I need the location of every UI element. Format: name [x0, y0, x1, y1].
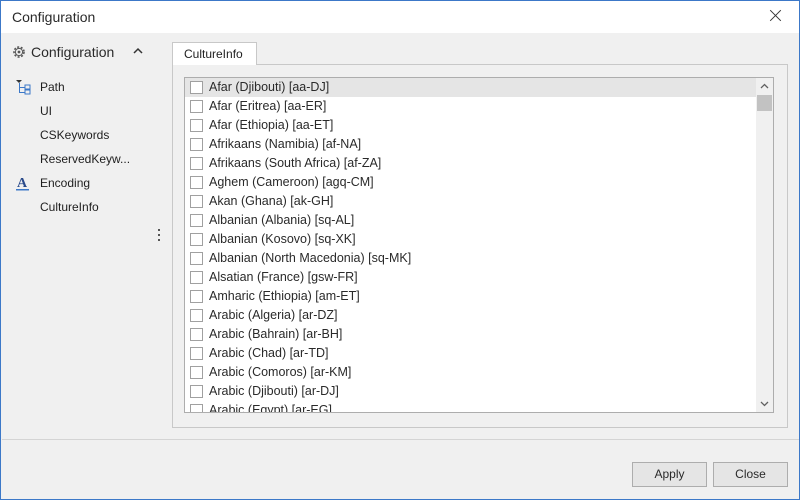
list-item-label: Albanian (Kosovo) [sq-XK]: [209, 232, 356, 246]
nav-group-label: Configuration: [31, 44, 115, 60]
checkbox[interactable]: [190, 195, 203, 208]
list-item[interactable]: Afar (Eritrea) [aa-ER]: [185, 97, 756, 116]
list-item[interactable]: Arabic (Bahrain) [ar-BH]: [185, 325, 756, 344]
checkbox[interactable]: [190, 119, 203, 132]
checkbox[interactable]: [190, 328, 203, 341]
svg-text:A: A: [17, 176, 28, 191]
list-item-label: Afrikaans (Namibia) [af-NA]: [209, 137, 362, 151]
checkbox[interactable]: [190, 271, 203, 284]
checkbox[interactable]: [190, 309, 203, 322]
navigation-pane: Configuration Path UI CSKeywords Reserve…: [1, 33, 167, 439]
close-icon[interactable]: [767, 7, 785, 25]
window-title: Configuration: [12, 9, 96, 25]
list-item-label: Arabic (Algeria) [ar-DZ]: [209, 308, 338, 322]
tree-icon: [16, 80, 31, 95]
nav-group-header[interactable]: Configuration: [10, 43, 160, 63]
nav-item-cskeywords[interactable]: CSKeywords: [1, 125, 161, 145]
nav-item-label: ReservedKeyw...: [40, 152, 131, 166]
list-item[interactable]: Arabic (Egypt) [ar-EG]: [185, 401, 756, 413]
checkbox[interactable]: [190, 100, 203, 113]
list-item-label: Afar (Djibouti) [aa-DJ]: [209, 80, 330, 94]
checkbox[interactable]: [190, 176, 203, 189]
list-item[interactable]: Amharic (Ethiopia) [am-ET]: [185, 287, 756, 306]
checkbox[interactable]: [190, 252, 203, 265]
list-item-label: Akan (Ghana) [ak-GH]: [209, 194, 334, 208]
list-item[interactable]: Afar (Ethiopia) [aa-ET]: [185, 116, 756, 135]
culture-checklist[interactable]: Afar (Djibouti) [aa-DJ] Afar (Eritrea) [a…: [184, 77, 774, 413]
checkbox[interactable]: [190, 214, 203, 227]
list-item[interactable]: Afrikaans (Namibia) [af-NA]: [185, 135, 756, 154]
configuration-window: Configuration Configuration Path UI CSKe…: [0, 0, 800, 500]
vertical-scrollbar[interactable]: [756, 78, 773, 412]
list-item[interactable]: Albanian (Kosovo) [sq-XK]: [185, 230, 756, 249]
scroll-up-icon[interactable]: [756, 78, 773, 95]
culture-rows: Afar (Djibouti) [aa-DJ] Afar (Eritrea) [a…: [185, 78, 756, 413]
list-item[interactable]: Akan (Ghana) [ak-GH]: [185, 192, 756, 211]
gear-icon: [13, 46, 25, 58]
scroll-down-icon[interactable]: [756, 395, 773, 412]
nav-item-cultureinfo[interactable]: CultureInfo: [1, 197, 161, 217]
checkbox[interactable]: [190, 81, 203, 94]
checkbox[interactable]: [190, 366, 203, 379]
checkbox[interactable]: [190, 385, 203, 398]
list-item-label: Afrikaans (South Africa) [af-ZA]: [209, 156, 382, 170]
list-item-label: Albanian (North Macedonia) [sq-MK]: [209, 251, 412, 265]
list-item[interactable]: Aghem (Cameroon) [agq-CM]: [185, 173, 756, 192]
list-item-label: Arabic (Comoros) [ar-KM]: [209, 365, 352, 379]
list-item[interactable]: Albanian (Albania) [sq-AL]: [185, 211, 756, 230]
list-item[interactable]: Arabic (Djibouti) [ar-DJ]: [185, 382, 756, 401]
splitter-grip-icon[interactable]: [158, 229, 162, 243]
nav-item-label: Encoding: [40, 176, 91, 190]
list-item-label: Afar (Ethiopia) [aa-ET]: [209, 118, 334, 132]
nav-item-label: CultureInfo: [40, 200, 99, 214]
list-item-label: Amharic (Ethiopia) [am-ET]: [209, 289, 360, 303]
nav-item-encoding[interactable]: A Encoding: [1, 173, 161, 193]
checkbox[interactable]: [190, 233, 203, 246]
nav-item-path[interactable]: Path: [1, 77, 161, 97]
checkbox[interactable]: [190, 290, 203, 303]
footer-divider: [2, 439, 799, 440]
list-item-label: Arabic (Bahrain) [ar-BH]: [209, 327, 343, 341]
nav-item-label: CSKeywords: [40, 128, 110, 142]
checkbox[interactable]: [190, 157, 203, 170]
list-item-label: Alsatian (France) [gsw-FR]: [209, 270, 358, 284]
list-item[interactable]: Arabic (Algeria) [ar-DZ]: [185, 306, 756, 325]
list-item-label: Arabic (Djibouti) [ar-DJ]: [209, 384, 339, 398]
list-item-label: Arabic (Egypt) [ar-EG]: [209, 403, 332, 413]
title-bar: Configuration: [1, 1, 799, 33]
nav-item-label: UI: [40, 104, 52, 118]
list-item-label: Afar (Eritrea) [aa-ER]: [209, 99, 327, 113]
list-item-label: Albanian (Albania) [sq-AL]: [209, 213, 355, 227]
chevron-up-icon[interactable]: [132, 46, 144, 56]
nav-item-label: Path: [40, 80, 65, 94]
tab-label: CultureInfo: [184, 47, 243, 61]
list-item[interactable]: Albanian (North Macedonia) [sq-MK]: [185, 249, 756, 268]
checkbox[interactable]: [190, 138, 203, 151]
list-item[interactable]: Alsatian (France) [gsw-FR]: [185, 268, 756, 287]
list-item-label: Arabic (Chad) [ar-TD]: [209, 346, 329, 360]
tab-cultureinfo[interactable]: CultureInfo: [172, 42, 257, 65]
nav-item-ui[interactable]: UI: [1, 101, 161, 121]
font-a-icon: A: [16, 176, 29, 191]
list-item[interactable]: Afar (Djibouti) [aa-DJ]: [185, 78, 756, 97]
checkbox[interactable]: [190, 347, 203, 360]
checkbox[interactable]: [190, 404, 203, 412]
list-item[interactable]: Arabic (Chad) [ar-TD]: [185, 344, 756, 363]
list-item-label: Aghem (Cameroon) [agq-CM]: [209, 175, 374, 189]
close-button[interactable]: Close: [713, 462, 788, 487]
scroll-thumb[interactable]: [757, 95, 772, 111]
apply-button[interactable]: Apply: [632, 462, 707, 487]
list-item[interactable]: Afrikaans (South Africa) [af-ZA]: [185, 154, 756, 173]
nav-item-reservedkeywords[interactable]: ReservedKeyw...: [1, 149, 161, 169]
list-item[interactable]: Arabic (Comoros) [ar-KM]: [185, 363, 756, 382]
